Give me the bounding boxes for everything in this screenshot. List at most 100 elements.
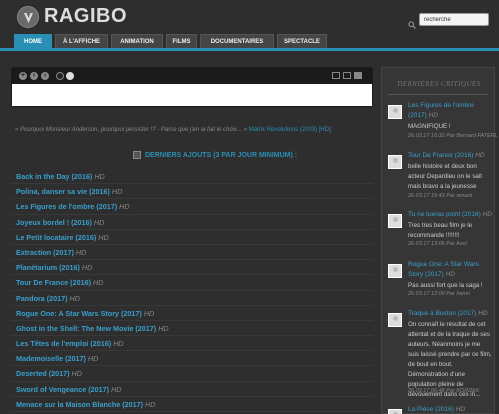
- list-item-title[interactable]: Menace sur la Maison Blanche (2017): [16, 400, 143, 409]
- settings-icon[interactable]: [66, 72, 74, 80]
- list-item[interactable]: Mademoiselle (2017) HD: [11, 351, 373, 367]
- list-item-title[interactable]: Sword of Vengeance (2017): [16, 385, 109, 394]
- prev-icon[interactable]: ‹: [30, 72, 38, 80]
- review-meta: 26.03.17 06:48 Par KORDEK: [408, 388, 480, 394]
- nav-tab-a-laffiche[interactable]: À L'AFFICHE: [55, 34, 108, 48]
- volume-icon[interactable]: [56, 72, 64, 80]
- sidebar-divider: [388, 94, 488, 95]
- list-item[interactable]: Joyeux bordel ! (2016) HD: [11, 215, 373, 230]
- list-item[interactable]: Planétarium (2016) HD: [11, 260, 373, 276]
- review-title-text[interactable]: Traque à Boston (2017): [408, 310, 476, 317]
- hd-badge: HD: [119, 202, 130, 212]
- hd-badge: HD: [478, 310, 488, 317]
- list-icon[interactable]: [343, 72, 351, 79]
- list-item-title[interactable]: Extraction (2017): [16, 248, 74, 257]
- list-item[interactable]: Back in the Day (2016) HD: [11, 169, 373, 185]
- review-title-text[interactable]: Tu ne tueras point (2016): [408, 211, 481, 218]
- list-item-title[interactable]: Joyeux bordel ! (2016): [16, 218, 92, 227]
- avatar: [388, 264, 402, 278]
- media-player: + ‹ ›: [11, 67, 373, 107]
- list-item-title[interactable]: Deserted (2017): [16, 369, 70, 378]
- list-item[interactable]: Rogue One: A Star Wars Story (2017) HD: [11, 306, 373, 321]
- avatar: [388, 155, 402, 169]
- hd-badge: HD: [455, 406, 466, 413]
- list-item-title[interactable]: Rogue One: A Star Wars Story (2017): [16, 309, 142, 318]
- review-title[interactable]: Traque à Boston (2017) HD: [408, 309, 492, 319]
- hd-badge: HD: [113, 339, 124, 349]
- reviews-sidebar: DERNIÈRES CRITIQUES Les Figures de l'omb…: [381, 67, 498, 414]
- review-title-text[interactable]: Les Figures de l'ombre (2017): [408, 102, 474, 119]
- review-text: belle histoire et deux bon acteur Depard…: [408, 163, 482, 190]
- list-item[interactable]: Deserted (2017) HD: [11, 366, 373, 382]
- hd-badge: HD: [71, 369, 82, 379]
- logo-icon[interactable]: [17, 6, 39, 28]
- next-icon[interactable]: ›: [41, 72, 49, 80]
- review-meta: 26.03.17 13:06 Par Axel: [408, 241, 467, 247]
- sidebar-title: DERNIÈRES CRITIQUES: [397, 80, 481, 88]
- review-title[interactable]: Tu ne tueras point (2016) HD: [408, 210, 492, 220]
- list-item[interactable]: Pandora (2017) HD: [11, 291, 373, 306]
- list-item[interactable]: Extraction (2017) HD: [11, 245, 373, 261]
- review-title[interactable]: La Pièce (2016) HD: [408, 405, 492, 414]
- latest-heading: DERNIERS AJOUTS (3 PAR JOUR MINIMUM) :: [133, 151, 297, 159]
- nav-tab-home[interactable]: HOME: [14, 34, 52, 48]
- hd-badge: HD: [445, 271, 455, 278]
- review-text: MAGNIFIQUE !: [408, 123, 451, 130]
- list-item[interactable]: Sword of Vengeance (2017) HD: [11, 382, 373, 397]
- review-title[interactable]: Tour De France (2016) HD: [408, 151, 492, 161]
- avatar: [388, 409, 402, 414]
- list-item[interactable]: Tour De France (2016) HD: [11, 275, 373, 291]
- list-item-title[interactable]: Les Têtes de l'emploi (2016): [16, 339, 111, 348]
- avatar: [388, 214, 402, 228]
- search-input[interactable]: [419, 13, 489, 26]
- list-item[interactable]: Les Têtes de l'emploi (2016) HD: [11, 336, 373, 352]
- review-title-text[interactable]: Rogue One: A Star Wars Story (2017): [408, 261, 479, 278]
- review-meta: 26.03.17 15:43 Par renard: [408, 193, 473, 199]
- list-item-title[interactable]: Polina, danser sa vie (2016): [16, 187, 110, 196]
- list-item-title[interactable]: Tour De France (2016): [16, 278, 91, 287]
- hd-badge: HD: [94, 172, 105, 181]
- review-text: Pas aussi fort que la saga !: [408, 282, 483, 289]
- list-item-title[interactable]: Planétarium (2016): [16, 263, 80, 272]
- hd-badge: HD: [111, 187, 123, 197]
- list-item[interactable]: Polina, danser sa vie (2016) HD: [11, 184, 373, 200]
- brand-name[interactable]: RAGIBO: [44, 5, 127, 28]
- hd-badge: HD: [482, 211, 492, 218]
- list-item-title[interactable]: Mademoiselle (2017): [16, 354, 86, 363]
- list-item[interactable]: Les Figures de l'ombre (2017) HD: [11, 199, 373, 215]
- review-text: Tres tres beau film je le recommande !!!…: [408, 222, 473, 239]
- hd-badge: HD: [475, 152, 485, 159]
- list-item-title[interactable]: Pandora (2017): [16, 294, 68, 303]
- play-icon[interactable]: +: [19, 72, 27, 80]
- list-item-title[interactable]: Back in the Day (2016): [16, 172, 92, 181]
- review-title[interactable]: Les Figures de l'ombre (2017) HD: [408, 101, 492, 121]
- list-item[interactable]: Menace sur la Maison Blanche (2017) HD: [11, 397, 373, 412]
- featured-quote: « Pourquoi Monsieur Anderson, pourquoi p…: [15, 127, 331, 133]
- hd-badge: HD: [81, 263, 93, 273]
- latest-heading-text: DERNIERS AJOUTS (3 PAR JOUR MINIMUM) :: [145, 151, 298, 159]
- list-item-title[interactable]: Le Petit locataire (2016): [16, 233, 96, 242]
- list-item-title[interactable]: Les Figures de l'ombre (2017): [16, 202, 117, 211]
- review-meta: 26.03.17 16:32 Par Bernard FATERL: [408, 133, 498, 139]
- hd-badge: HD: [111, 384, 122, 394]
- nav-tab-spectacle[interactable]: SPECTACLE: [277, 34, 327, 48]
- nav-tab-animation[interactable]: ANIMATION: [111, 34, 163, 48]
- latest-list: Back in the Day (2016) HD Polina, danser …: [11, 169, 373, 412]
- list-item-title[interactable]: Ghost in the Shell: The New Movie (2017): [16, 324, 156, 333]
- nav-tab-films[interactable]: FILMS: [166, 34, 197, 48]
- list-item[interactable]: Le Petit locataire (2016) HD: [11, 230, 373, 245]
- player-screen[interactable]: [12, 84, 372, 106]
- window-icon[interactable]: [332, 72, 340, 79]
- hd-badge: HD: [93, 217, 105, 227]
- quote-link[interactable]: Matrix Revolutions (2003) [HD]: [249, 127, 331, 133]
- hd-badge: HD: [98, 232, 109, 242]
- review-title-text[interactable]: La Pièce (2016): [408, 406, 454, 413]
- list-item[interactable]: Ghost in the Shell: The New Movie (2017)…: [11, 321, 373, 337]
- hd-badge: HD: [158, 323, 169, 333]
- review-title[interactable]: Rogue One: A Star Wars Story (2017) HD: [408, 260, 492, 280]
- nav-tab-documentaires[interactable]: DOCUMENTAIRES: [200, 34, 274, 48]
- hd-badge: HD: [92, 278, 104, 288]
- fullscreen-icon[interactable]: [354, 72, 362, 79]
- review-title-text[interactable]: Tour De France (2016): [408, 152, 473, 159]
- search-icon[interactable]: [408, 16, 416, 29]
